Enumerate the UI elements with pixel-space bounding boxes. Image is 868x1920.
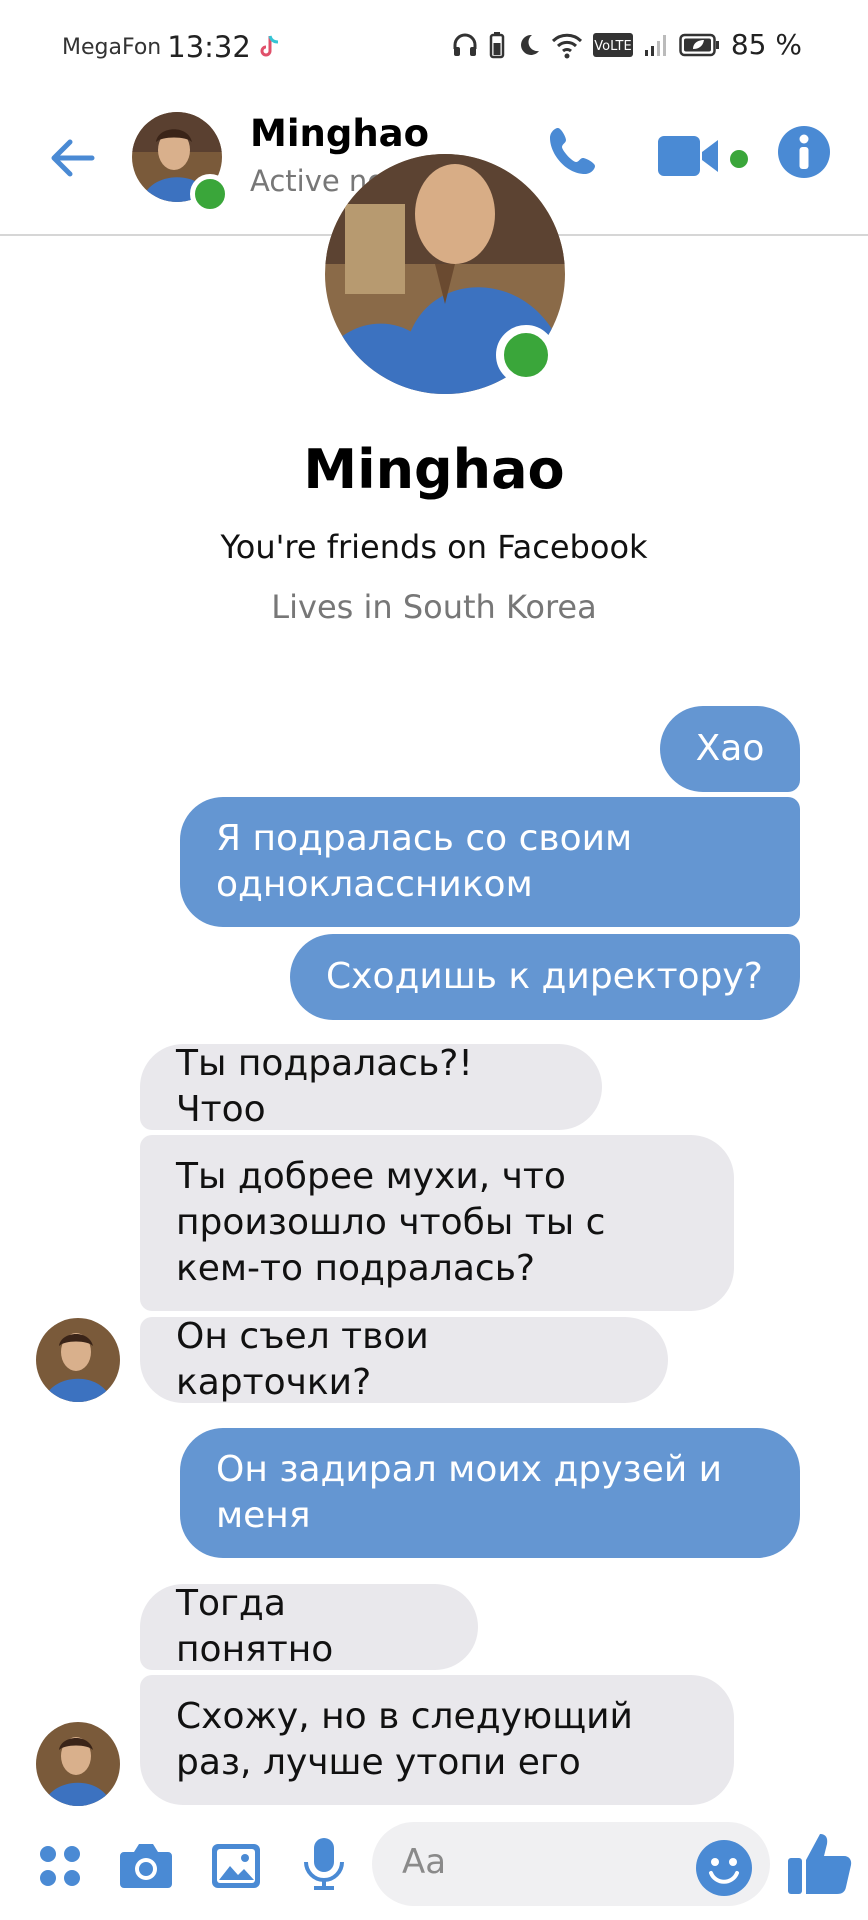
avatar[interactable] <box>36 1722 120 1806</box>
message-bubble-incoming[interactable]: Ты добрее мухи, что произошло чтобы ты с… <box>140 1135 734 1311</box>
phone-call-icon[interactable] <box>544 124 600 184</box>
status-bar: MegaFon 13:32 VoLTE 85 % <box>0 0 868 96</box>
contact-name[interactable]: Minghao <box>250 112 429 155</box>
composer-bar: Aa <box>0 1822 868 1920</box>
tiktok-icon <box>257 33 281 61</box>
svg-text:VoLTE: VoLTE <box>594 39 631 54</box>
battery-small-icon <box>489 31 505 59</box>
profile-name: Minghao <box>303 438 565 501</box>
battery-icon <box>679 32 721 58</box>
profile-online-indicator <box>496 325 556 385</box>
wifi-icon <box>551 31 583 59</box>
moon-icon <box>515 31 541 59</box>
menu-dots-icon[interactable] <box>36 1842 84 1894</box>
signal-icon <box>643 32 669 58</box>
location-info: Lives in South Korea <box>271 588 597 626</box>
message-bubble-outgoing[interactable]: Хао <box>660 706 800 792</box>
info-icon[interactable] <box>776 124 832 184</box>
camera-icon[interactable] <box>118 1840 174 1896</box>
message-bubble-incoming[interactable]: Ты подралась?! Чтоо <box>140 1043 602 1130</box>
volte-icon: VoLTE <box>592 32 633 57</box>
microphone-icon[interactable] <box>302 1836 346 1898</box>
battery-percent: 85 % <box>730 28 802 61</box>
message-bubble-incoming[interactable]: Схожу, но в следующий раз, лучше утопи е… <box>140 1675 734 1805</box>
carrier-label: MegaFon <box>62 34 162 60</box>
avatar[interactable] <box>36 1318 120 1402</box>
message-bubble-outgoing[interactable]: Сходишь к директору? <box>290 934 800 1020</box>
thumbs-up-icon[interactable] <box>786 1828 856 1902</box>
message-bubble-outgoing[interactable]: Я подралась со своим одноклассником <box>180 797 800 927</box>
message-input-placeholder: Aa <box>402 1842 447 1882</box>
clock: 13:32 <box>167 30 251 64</box>
headphones-icon <box>451 31 479 59</box>
friends-info: You're friends on Facebook <box>220 528 648 566</box>
message-bubble-incoming[interactable]: Он съел твои карточки? <box>140 1316 668 1403</box>
message-bubble-incoming[interactable]: Тогда понятно <box>140 1583 478 1670</box>
video-online-dot <box>730 150 748 168</box>
video-call-icon[interactable] <box>656 134 728 182</box>
gallery-icon[interactable] <box>210 1840 262 1896</box>
back-arrow-icon[interactable] <box>46 132 98 188</box>
emoji-icon[interactable] <box>694 1838 754 1902</box>
message-bubble-outgoing[interactable]: Он задирал моих друзей и меня <box>180 1428 800 1558</box>
